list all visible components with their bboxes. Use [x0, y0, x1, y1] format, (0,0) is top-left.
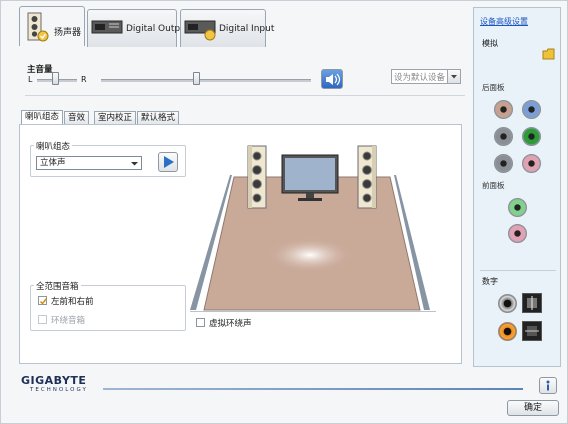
- speaker-volume-icon: [326, 73, 341, 86]
- balance-slider-thumb[interactable]: [52, 72, 59, 85]
- subtab-sound-effects[interactable]: 音效: [64, 111, 90, 124]
- footer-line: [103, 388, 523, 390]
- virtual-surround-divider: [190, 311, 436, 312]
- front-jack-1[interactable]: [508, 198, 527, 217]
- tab-digital-input[interactable]: Digital Input: [180, 9, 274, 47]
- sidebar-divider: [480, 270, 556, 271]
- ok-button-label: 确定: [523, 403, 542, 413]
- mute-button[interactable]: [321, 69, 343, 89]
- subtab-sound-effects-label: 音效: [68, 113, 86, 123]
- set-default-device-dropdown[interactable]: 设为默认设备: [391, 69, 461, 84]
- rear-jack-3[interactable]: [494, 127, 513, 146]
- chevron-down-icon: [131, 162, 138, 166]
- optical-out-icon[interactable]: [522, 293, 542, 313]
- folder-icon[interactable]: [542, 48, 556, 60]
- play-icon: [164, 156, 174, 168]
- coaxial-in-jack[interactable]: [498, 322, 517, 341]
- front-jack-2[interactable]: [508, 224, 527, 243]
- subtab-default-format-label: 默认格式: [141, 113, 176, 123]
- optical-in-icon[interactable]: [522, 321, 542, 341]
- speaker-tab-icon: [27, 12, 49, 42]
- play-test-button[interactable]: [158, 152, 178, 172]
- rear-panel-label: 后面板: [482, 83, 505, 92]
- connector-sidebar: 设备高级设置 模拟 后面板 前面板 数字: [473, 7, 561, 367]
- tv-icon: [281, 154, 339, 201]
- subtab-default-format[interactable]: 默认格式: [137, 111, 180, 124]
- volume-divider: [25, 95, 465, 96]
- subtab-room-correction[interactable]: 室内校正: [94, 111, 137, 124]
- rear-jack-2[interactable]: [522, 100, 541, 119]
- info-button[interactable]: [539, 377, 557, 394]
- tab-speakers-label: 扬声器: [54, 28, 82, 38]
- main-window: 扬声器 Digital Output Digital Input 设备高级设置 …: [0, 0, 568, 424]
- speaker-config-group-label: 喇叭组态: [34, 140, 73, 152]
- fullrange-group-label: 全范围音箱: [34, 280, 81, 292]
- gigabyte-tagline: TECHNOLOGY: [30, 387, 88, 393]
- rear-jack-1[interactable]: [494, 100, 513, 119]
- subtab-speaker-config-label: 喇叭组态: [25, 112, 60, 122]
- check-icon: [39, 298, 48, 305]
- balance-left-label: L: [28, 75, 33, 84]
- coaxial-out-jack[interactable]: [498, 294, 517, 313]
- rear-jack-5[interactable]: [494, 154, 513, 173]
- device-advanced-settings-link[interactable]: 设备高级设置: [480, 16, 528, 27]
- default-device-text: 设为默认设备: [394, 73, 446, 83]
- chevron-down-icon: [451, 75, 457, 79]
- virtual-surround-checkbox[interactable]: [196, 318, 205, 327]
- balance-right-label: R: [81, 75, 87, 84]
- front-lr-label: 左前和右前: [51, 297, 94, 307]
- gigabyte-brand: GIGABYTE: [21, 374, 87, 387]
- info-icon: [546, 380, 550, 391]
- front-jack-grid: [474, 194, 562, 254]
- digital-label: 数字: [482, 277, 498, 286]
- right-speaker-icon: [357, 145, 377, 209]
- tab-digital-output[interactable]: Digital Output: [87, 9, 189, 47]
- dropdown-arrow-button[interactable]: [447, 70, 460, 83]
- speaker-config-panel: 喇叭组态 立体声 全范围音箱 左前和右前 环绕音箱 虚拟环绕声: [19, 124, 462, 364]
- speaker-config-select[interactable]: 立体声: [36, 156, 142, 170]
- tab-digital-input-label: Digital Input: [219, 24, 275, 34]
- surround-checkbox[interactable]: [38, 315, 47, 324]
- digital-output-tab-icon: [91, 20, 123, 34]
- volume-slider-thumb[interactable]: [192, 72, 200, 85]
- volume-slider-track[interactable]: [101, 79, 311, 82]
- virtual-surround-label: 虚拟环绕声: [209, 319, 252, 329]
- subtab-speaker-config[interactable]: 喇叭组态: [21, 110, 64, 124]
- rear-jack-4[interactable]: [522, 127, 541, 146]
- digital-input-tab-icon: [184, 20, 216, 41]
- master-volume-title: 主音量: [27, 65, 53, 75]
- speaker-config-selected: 立体声: [40, 158, 66, 168]
- left-speaker-icon: [247, 145, 267, 209]
- ok-button[interactable]: 确定: [507, 400, 559, 416]
- analog-label: 模拟: [482, 39, 498, 48]
- front-panel-label: 前面板: [482, 181, 505, 190]
- rear-jack-6[interactable]: [522, 154, 541, 173]
- tab-speakers[interactable]: 扬声器: [19, 6, 85, 46]
- front-lr-checkbox[interactable]: [38, 296, 48, 305]
- surround-label: 环绕音箱: [51, 316, 86, 326]
- subtab-room-correction-label: 室内校正: [98, 113, 133, 123]
- rear-jack-grid: [474, 96, 562, 176]
